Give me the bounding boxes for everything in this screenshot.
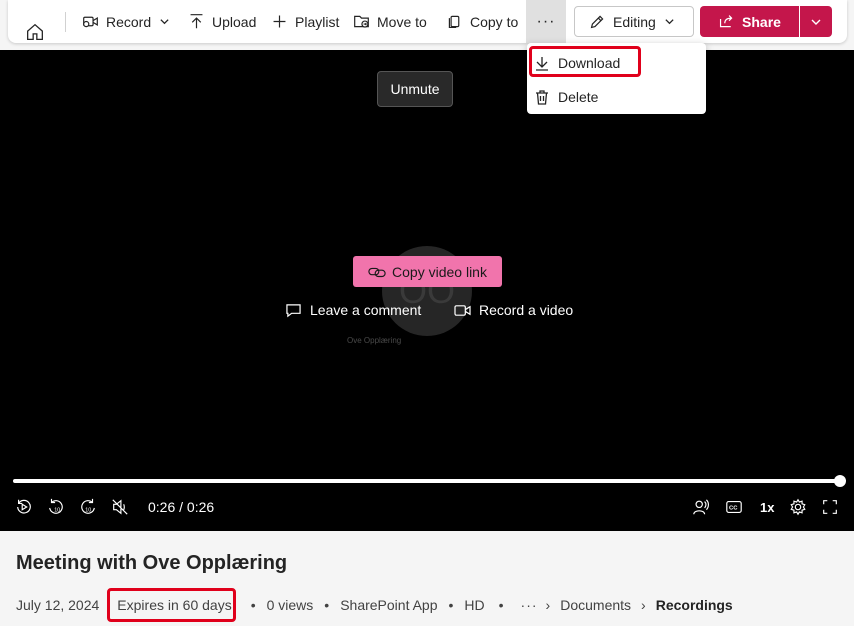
svg-text:CC: CC <box>729 506 738 512</box>
comment-icon <box>286 303 301 317</box>
breadcrumb-documents[interactable]: Documents <box>560 597 631 613</box>
upload-icon <box>190 14 203 29</box>
editing-mode-button[interactable]: Editing <box>574 6 694 37</box>
video-camera-icon <box>454 304 471 316</box>
forward-10-button[interactable]: 10 <box>79 497 97 517</box>
separator-dot: • <box>498 597 504 613</box>
leave-comment-button[interactable]: Leave a comment <box>285 302 421 318</box>
playlist-label: Playlist <box>295 13 340 30</box>
video-player[interactable]: Unmute OO Ove Opplæring Copy video link … <box>0 50 854 531</box>
share-icon <box>719 15 733 28</box>
upload-label: Upload <box>212 13 257 30</box>
separator-dot: • <box>448 597 454 613</box>
stream-page: Record Upload Playlist Move to Copy to ·… <box>0 0 854 626</box>
share-button[interactable]: Share <box>700 6 799 37</box>
move-icon <box>354 15 369 28</box>
rewind-10-icon: 10 <box>49 498 63 514</box>
playback-speed-button[interactable]: 1x <box>760 497 774 517</box>
menu-item-delete[interactable]: Delete <box>527 80 706 113</box>
menu-item-delete-label: Delete <box>558 88 599 105</box>
playlist-button[interactable]: Playlist <box>271 0 339 43</box>
progress-thumb[interactable] <box>834 475 846 487</box>
command-bar: Record Upload Playlist Move to Copy to ·… <box>8 0 847 43</box>
home-button[interactable] <box>24 10 46 53</box>
copy-icon <box>448 15 460 29</box>
voice-icon <box>693 499 710 515</box>
move-to-label: Move to <box>377 13 427 30</box>
copy-video-link-button[interactable]: Copy video link <box>353 256 502 287</box>
chevron-down-icon <box>160 19 169 25</box>
record-label: Record <box>106 13 152 30</box>
chevron-right-icon: › <box>641 597 646 613</box>
play-button[interactable] <box>15 497 33 517</box>
chevron-down-icon <box>665 19 674 25</box>
mute-button[interactable] <box>111 497 129 517</box>
record-icon <box>83 16 98 28</box>
link-icon <box>368 267 386 277</box>
chevron-right-icon: › <box>545 597 551 613</box>
copy-video-link-label: Copy video link <box>392 263 487 280</box>
transcript-button[interactable] <box>692 497 710 517</box>
unmute-tooltip: Unmute <box>377 71 453 107</box>
toolbar-divider <box>65 12 66 32</box>
captions-icon: CC <box>726 501 742 513</box>
replay-icon <box>17 499 31 514</box>
captions-button[interactable]: CC <box>725 497 743 517</box>
forward-10-icon: 10 <box>81 498 95 514</box>
leave-comment-label: Leave a comment <box>310 302 422 318</box>
separator-dot: • <box>324 597 330 613</box>
separator-dot: • <box>250 597 256 613</box>
add-icon <box>273 15 286 28</box>
trash-icon <box>536 89 548 105</box>
download-highlight-box <box>529 46 641 77</box>
more-icon: ··· <box>536 12 556 30</box>
video-date: July 12, 2024 <box>16 597 100 613</box>
rewind-10-button[interactable]: 10 <box>47 497 65 517</box>
upload-button[interactable]: Upload <box>188 0 256 43</box>
avatar-name: Ove Opplæring <box>347 336 402 345</box>
home-icon <box>27 23 43 40</box>
quality-badge: HD <box>464 597 485 613</box>
share-label: Share <box>742 13 781 30</box>
share-dropdown-button[interactable] <box>800 6 832 37</box>
copy-to-label: Copy to <box>470 13 519 30</box>
record-video-label: Record a video <box>479 302 574 318</box>
fullscreen-icon <box>823 500 837 514</box>
move-to-button[interactable]: Move to <box>353 0 427 43</box>
record-video-button[interactable]: Record a video <box>454 302 573 318</box>
more-options-button[interactable]: ··· <box>526 0 566 43</box>
muted-speaker-icon <box>112 499 128 515</box>
pencil-icon <box>590 15 604 29</box>
chevron-down-icon <box>811 19 821 25</box>
expires-highlight-box <box>107 588 236 622</box>
record-button[interactable]: Record <box>82 0 170 43</box>
source-app: SharePoint App <box>340 597 438 613</box>
fullscreen-button[interactable] <box>821 497 839 517</box>
svg-text:10: 10 <box>85 508 91 514</box>
gear-icon <box>790 498 806 516</box>
time-display: 0:26 / 0:26 <box>148 499 215 515</box>
editing-label: Editing <box>613 13 656 30</box>
breadcrumb-more-button[interactable]: ··· <box>521 597 538 613</box>
video-title: Meeting with Ove Opplæring <box>16 552 288 574</box>
view-count: 0 views <box>266 597 314 613</box>
copy-to-button[interactable]: Copy to <box>446 0 518 43</box>
settings-button[interactable] <box>789 497 807 517</box>
progress-bar[interactable] <box>13 479 841 483</box>
svg-text:10: 10 <box>54 508 60 514</box>
breadcrumb-recordings[interactable]: Recordings <box>656 597 733 613</box>
